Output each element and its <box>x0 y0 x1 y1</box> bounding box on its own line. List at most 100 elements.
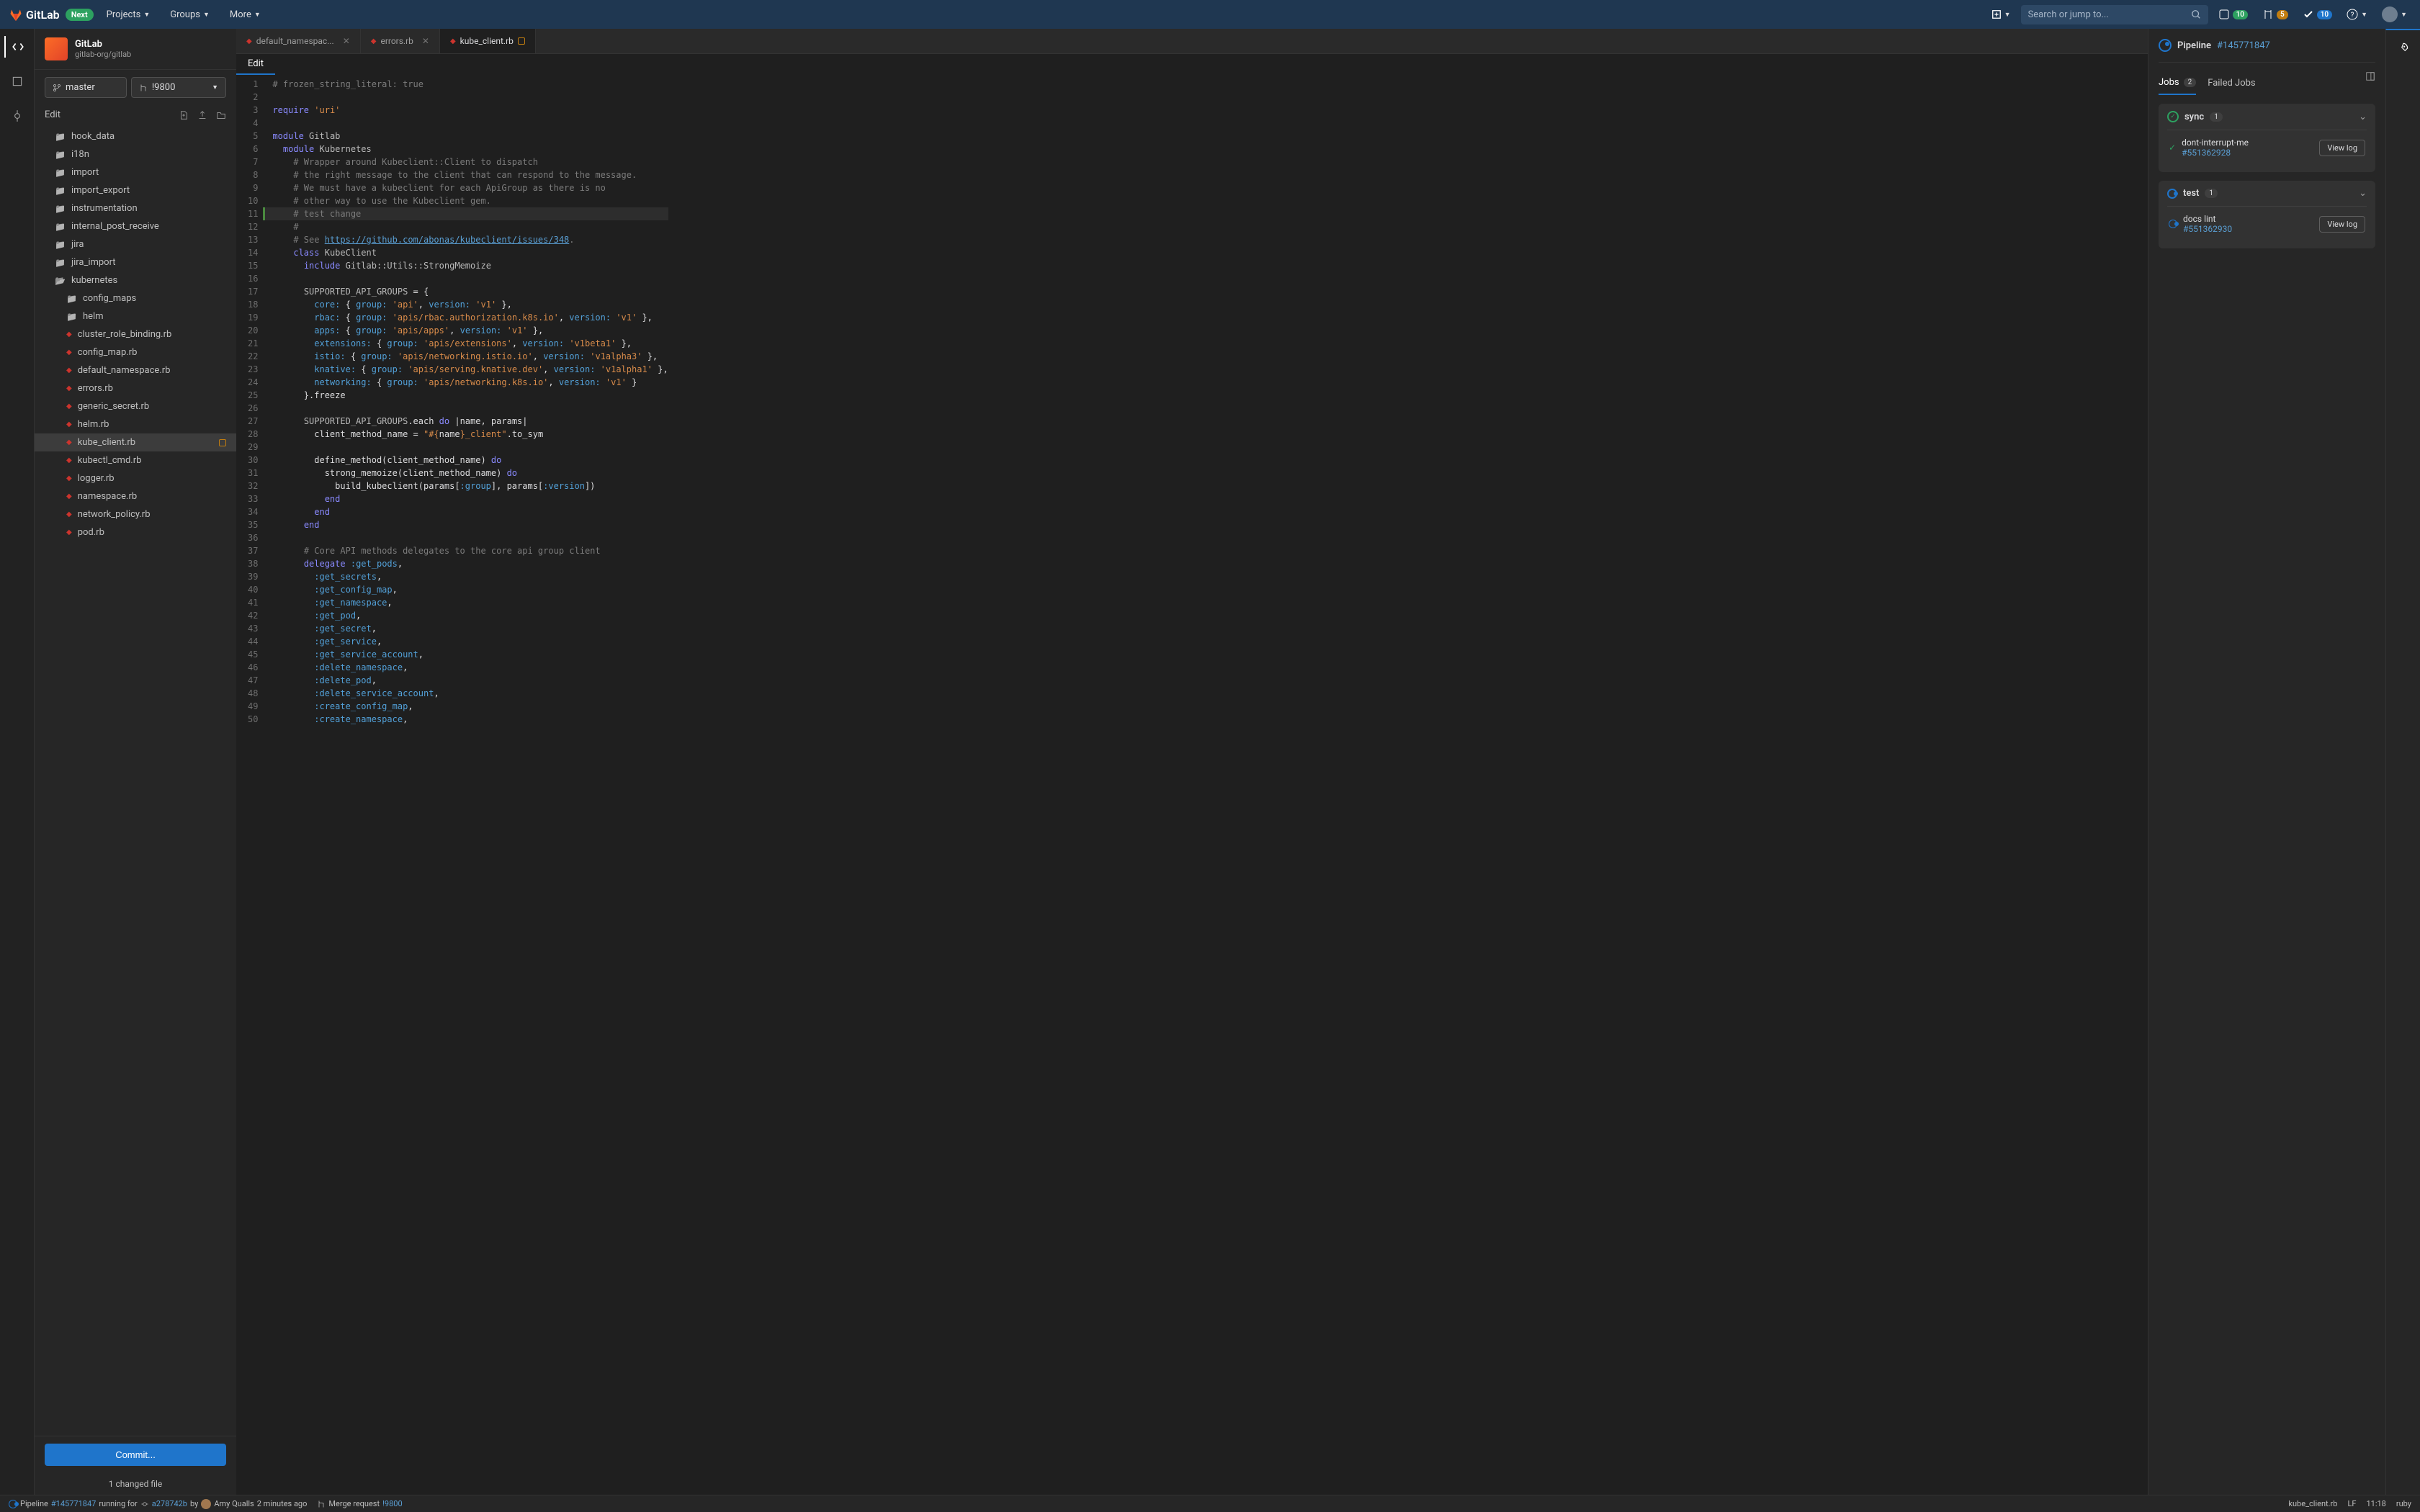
ruby-icon: ◆ <box>66 402 72 410</box>
user-menu[interactable]: ▼ <box>2378 4 2411 25</box>
status-lang[interactable]: ruby <box>2396 1499 2411 1508</box>
chevron-down-icon: ▼ <box>254 11 261 19</box>
gutter: 1234567891011121314151617181920212223242… <box>236 75 265 1495</box>
add-button[interactable]: ▼ <box>1987 6 2015 22</box>
tab-default_namespac[interactable]: ◆default_namespac...✕ <box>236 29 361 53</box>
mrs-link[interactable]: 5 <box>2258 6 2293 23</box>
right-rail <box>2385 29 2420 1495</box>
chevron-down-icon: ▼ <box>143 11 150 19</box>
todos-link[interactable]: 10 <box>2298 6 2336 23</box>
tree-item-kube_client-rb[interactable]: ◆kube_client.rb <box>35 433 236 451</box>
close-icon[interactable]: ✕ <box>422 36 429 46</box>
search-input[interactable]: Search or jump to... <box>2021 5 2208 24</box>
tree-item-config_map-rb[interactable]: ◆config_map.rb <box>35 343 236 361</box>
new-folder-icon[interactable] <box>216 110 226 120</box>
issues-link[interactable]: 10 <box>2214 6 2252 23</box>
tree-item-internal_post_receive[interactable]: internal_post_receive <box>35 217 236 235</box>
status-cursor[interactable]: 11:18 <box>2366 1499 2385 1508</box>
job-row[interactable]: ✓dont-interrupt-me#551362928View log <box>2167 130 2367 165</box>
tree-item-config_maps[interactable]: config_maps <box>35 289 236 307</box>
tree-item-i18n[interactable]: i18n <box>35 145 236 163</box>
tree-item-jira_import[interactable]: jira_import <box>35 253 236 271</box>
tree-item-helm-rb[interactable]: ◆helm.rb <box>35 415 236 433</box>
modified-icon <box>518 37 525 45</box>
ruby-icon: ◆ <box>246 37 252 45</box>
nav-groups[interactable]: Groups▼ <box>163 5 217 24</box>
status-lineending[interactable]: LF <box>2347 1499 2356 1508</box>
status-time: 2 minutes ago <box>257 1499 308 1508</box>
tree-item-instrumentation[interactable]: instrumentation <box>35 199 236 217</box>
new-file-icon[interactable] <box>179 110 189 120</box>
nav-more[interactable]: More▼ <box>223 5 268 24</box>
tree-item-network_policy-rb[interactable]: ◆network_policy.rb <box>35 505 236 523</box>
job-row[interactable]: docs lint#551362930View log <box>2167 206 2367 241</box>
collapse-icon[interactable] <box>6 71 28 92</box>
editor: ◆default_namespac...✕◆errors.rb✕◆kube_cl… <box>236 29 2148 1495</box>
help-link[interactable]: ?▼ <box>2342 6 2372 23</box>
success-icon: ✓ <box>2169 143 2176 153</box>
close-icon[interactable]: ✕ <box>343 36 350 46</box>
tree-item-logger-rb[interactable]: ◆logger.rb <box>35 469 236 487</box>
tab-errorsrb[interactable]: ◆errors.rb✕ <box>361 29 440 53</box>
ruby-icon: ◆ <box>66 330 72 338</box>
status-mr-id[interactable]: !9800 <box>382 1499 403 1508</box>
changed-files: 1 changed file <box>35 1473 236 1495</box>
tree-item-hook_data[interactable]: hook_data <box>35 127 236 145</box>
failed-jobs-tab[interactable]: Failed Jobs <box>2208 71 2255 95</box>
tree-item-generic_secret-rb[interactable]: ◆generic_secret.rb <box>35 397 236 415</box>
brand-text: GitLab <box>26 8 60 22</box>
rocket-icon[interactable] <box>2393 37 2414 59</box>
pipeline-panel: Pipeline #145771847 Jobs2 Failed Jobs ✓s… <box>2148 29 2385 1495</box>
tree-item-import[interactable]: import <box>35 163 236 181</box>
stage-test[interactable]: test1⌄docs lint#551362930View log <box>2159 181 2375 248</box>
tree-item-pod-rb[interactable]: ◆pod.rb <box>35 523 236 541</box>
tree-item-namespace-rb[interactable]: ◆namespace.rb <box>35 487 236 505</box>
ruby-icon: ◆ <box>66 384 72 392</box>
project-name: GitLab <box>75 39 131 50</box>
code-area[interactable]: 1234567891011121314151617181920212223242… <box>236 75 2148 1495</box>
stage-sync[interactable]: ✓sync1⌄✓dont-interrupt-me#551362928View … <box>2159 104 2375 172</box>
jobs-tab[interactable]: Jobs2 <box>2159 71 2196 95</box>
tree-item-helm[interactable]: helm <box>35 307 236 325</box>
status-pipeline-label: Pipeline <box>20 1499 48 1508</box>
avatar-icon <box>2382 6 2398 22</box>
ruby-icon: ◆ <box>66 474 72 482</box>
view-log-button[interactable]: View log <box>2319 140 2365 156</box>
statusbar: Pipeline #145771847 running for a278742b… <box>0 1495 2420 1512</box>
nav-projects[interactable]: Projects▼ <box>99 5 158 24</box>
upload-icon[interactable] <box>197 110 207 120</box>
commit-button[interactable]: Commit... <box>45 1444 226 1466</box>
branch-select[interactable]: master <box>45 77 127 98</box>
view-log-button[interactable]: View log <box>2319 216 2365 233</box>
tree-item-cluster_role_binding-rb[interactable]: ◆cluster_role_binding.rb <box>35 325 236 343</box>
pipeline-id[interactable]: #145771847 <box>2217 40 2270 51</box>
running-icon <box>2159 39 2172 52</box>
expand-icon[interactable] <box>2365 71 2375 95</box>
file-tree[interactable]: hook_datai18nimportimport_exportinstrume… <box>35 125 236 1436</box>
mr-select[interactable]: !9800 ▼ <box>131 77 226 98</box>
tree-item-default_namespace-rb[interactable]: ◆default_namespace.rb <box>35 361 236 379</box>
gitlab-logo[interactable]: GitLab <box>9 7 60 22</box>
commit-icon[interactable] <box>6 105 28 127</box>
tree-item-kubernetes[interactable]: kubernetes <box>35 271 236 289</box>
tree-item-kubectl_cmd-rb[interactable]: ◆kubectl_cmd.rb <box>35 451 236 469</box>
sidebar: GitLab gitlab-org/gitlab master !9800 ▼ … <box>35 29 236 1495</box>
branch-icon <box>53 84 61 92</box>
tree-item-import_export[interactable]: import_export <box>35 181 236 199</box>
chevron-down-icon: ▼ <box>212 84 218 91</box>
code-view-icon[interactable] <box>4 36 29 58</box>
tree-item-errors-rb[interactable]: ◆errors.rb <box>35 379 236 397</box>
status-pipeline-id[interactable]: #145771847 <box>51 1499 96 1508</box>
code-content[interactable]: # frozen_string_literal: truerequire 'ur… <box>265 75 668 1495</box>
merge-icon <box>139 84 148 92</box>
edit-mode-tab[interactable]: Edit <box>236 54 275 75</box>
ruby-icon: ◆ <box>450 37 456 45</box>
svg-text:?: ? <box>2351 12 2354 19</box>
next-badge: Next <box>66 9 94 21</box>
pipeline-title: Pipeline <box>2177 40 2211 51</box>
tree-item-jira[interactable]: jira <box>35 235 236 253</box>
status-commit[interactable]: a278742b <box>152 1499 187 1508</box>
ruby-icon: ◆ <box>66 420 72 428</box>
project-header[interactable]: GitLab gitlab-org/gitlab <box>35 29 236 70</box>
tab-kube_clientrb[interactable]: ◆kube_client.rb <box>440 29 536 53</box>
